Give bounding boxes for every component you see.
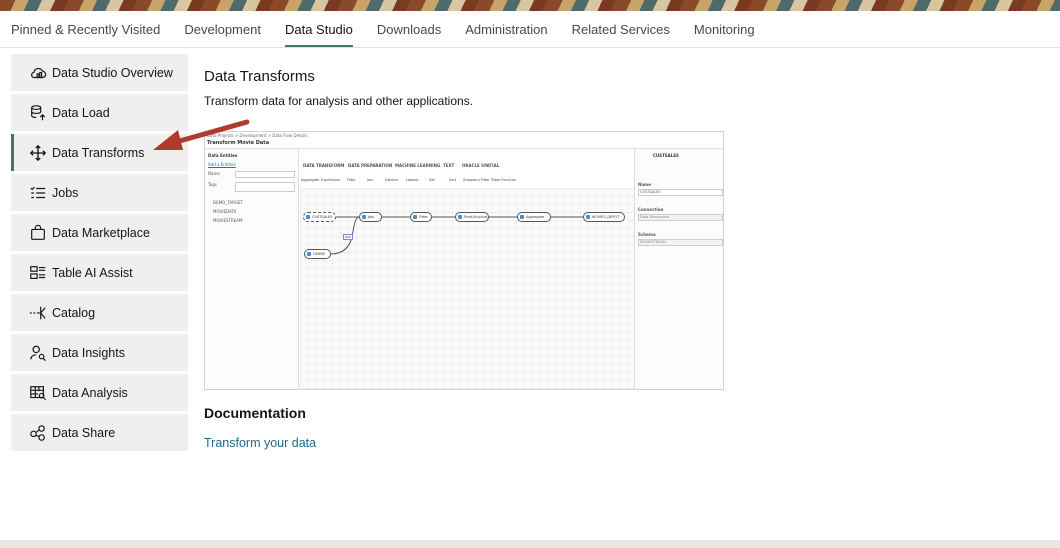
sidebar-item-data-marketplace[interactable]: Data Marketplace [11, 214, 188, 251]
data-transforms-preview-image: Data Projects > Development > Data Flow … [204, 131, 724, 390]
sidebar-item-jobs[interactable]: Jobs [11, 174, 188, 211]
preview-flow-node: Aggregate [517, 212, 551, 222]
preview-flow-node: Filter [410, 212, 432, 222]
preview-field-label: Connection [638, 207, 664, 212]
preview-join-tag: Join [343, 234, 354, 240]
top-tab-bar: Pinned & Recently Visited Development Da… [0, 11, 1060, 48]
decorative-banner [0, 0, 1060, 11]
bottom-edge [0, 540, 1060, 548]
tab-related-services[interactable]: Related Services [560, 11, 682, 47]
database-upload-icon [28, 104, 48, 122]
table-search-icon [28, 384, 48, 402]
main-content: Data Transforms Transform data for analy… [204, 68, 1024, 108]
sidebar-item-label: Catalog [52, 305, 96, 320]
sidebar-item-data-share[interactable]: Data Share [11, 414, 188, 451]
preview-field-label: Name [638, 182, 651, 187]
sidebar-item-data-studio-overview[interactable]: Data Studio Overview [11, 54, 188, 91]
sidebar-item-label: Data Marketplace [52, 225, 150, 240]
page-subtitle: Transform data for analysis and other ap… [204, 94, 474, 108]
sidebar-item-label: Data Studio Overview [52, 65, 173, 80]
tab-data-studio[interactable]: Data Studio [273, 11, 365, 47]
tab-downloads[interactable]: Downloads [365, 11, 453, 47]
preview-flow-node: CUSTSALES [303, 212, 336, 222]
sidebar-item-data-analysis[interactable]: Data Analysis [11, 374, 188, 411]
person-search-icon [28, 344, 48, 362]
catalog-icon [28, 304, 48, 322]
preview-flow-node: Join [359, 212, 382, 222]
preview-properties-pane: CUSTSALES Name CUSTSALES Connection Data… [634, 149, 723, 389]
shopping-bag-icon [28, 224, 48, 242]
sidebar-item-label: Data Load [52, 105, 110, 120]
sidebar-item-label: Data Insights [52, 345, 125, 360]
tab-monitoring[interactable]: Monitoring [682, 11, 767, 47]
sidebar-item-data-insights[interactable]: Data Insights [11, 334, 188, 371]
sidebar-item-label: Jobs [52, 185, 79, 200]
documentation-heading: Documentation [204, 405, 306, 421]
sidebar-item-label: Data Share [52, 425, 116, 440]
sidebar-item-label: Data Analysis [52, 385, 128, 400]
table-list-icon [28, 264, 48, 282]
sidebar-item-table-ai-assist[interactable]: Table AI Assist [11, 254, 188, 291]
preview-flow-node: Pivot/Unpivot [455, 212, 489, 222]
page-title: Data Transforms [204, 68, 315, 85]
preview-flow-node: MOVIES_DEPOT [583, 212, 625, 222]
sidebar-item-label: Table AI Assist [52, 265, 133, 280]
transform-your-data-link[interactable]: Transform your data [204, 436, 316, 450]
tab-administration[interactable]: Administration [453, 11, 559, 47]
sidebar-item-label: Data Transforms [52, 145, 145, 160]
share-nodes-icon [28, 424, 48, 442]
tab-pinned-recently-visited[interactable]: Pinned & Recently Visited [11, 11, 172, 47]
move-arrows-icon [28, 144, 48, 162]
preview-field-value: MOVIESTREAM [640, 240, 666, 244]
preview-field-value: CUSTSALES [640, 190, 661, 194]
checklist-icon [28, 184, 48, 202]
annotation-arrow-icon [153, 119, 250, 150]
cloud-icon [28, 64, 48, 82]
preview-field-label: Schema [638, 232, 656, 237]
preview-properties-title: CUSTSALES [653, 153, 679, 158]
preview-field-value: Data Warehouse [640, 215, 669, 219]
preview-flow-node: GENRE [304, 249, 331, 259]
sidebar-item-catalog[interactable]: Catalog [11, 294, 188, 331]
tab-development[interactable]: Development [172, 11, 273, 47]
